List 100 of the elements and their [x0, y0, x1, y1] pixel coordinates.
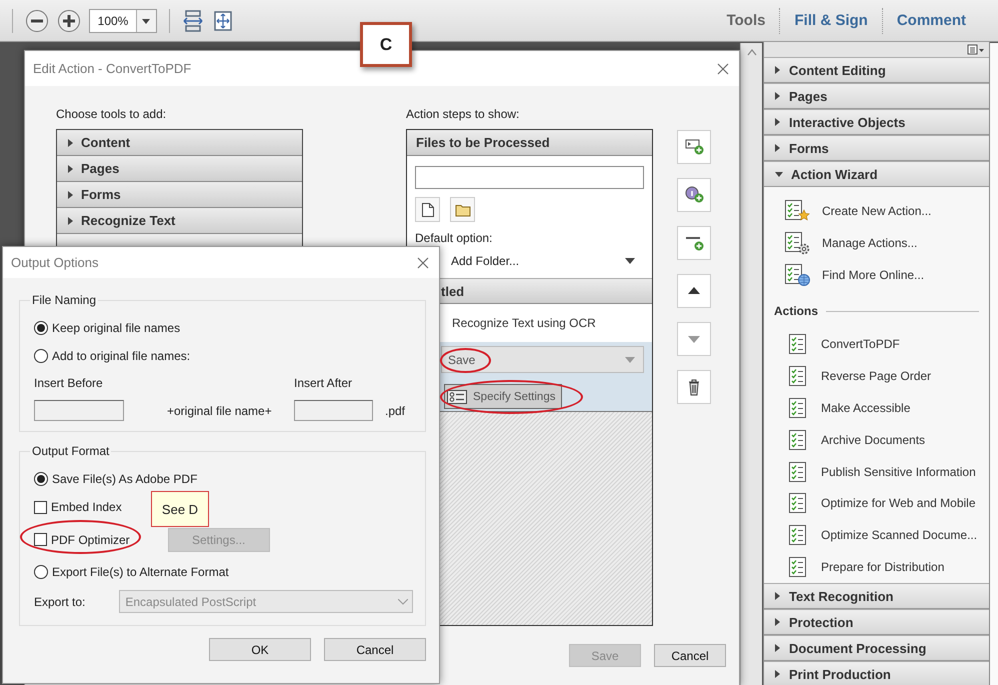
panel-section[interactable]: Forms [764, 135, 989, 161]
move-down-button[interactable] [677, 322, 711, 356]
checkbox[interactable] [34, 500, 47, 514]
panel-section[interactable]: Content Editing [764, 57, 989, 83]
highlight-ellipse [440, 348, 491, 373]
dialog-button[interactable]: OK [209, 638, 311, 661]
specify-settings-button[interactable]: Specify Settings [444, 384, 562, 409]
panel-section[interactable]: Text Recognition [764, 583, 989, 609]
radio-button[interactable] [34, 472, 48, 486]
close-icon[interactable] [717, 62, 729, 74]
panel-section[interactable]: Document Processing [764, 635, 989, 661]
radio-button[interactable] [34, 321, 48, 335]
checklist-icon [788, 333, 807, 356]
scrollbar[interactable] [740, 43, 762, 685]
field-text: .pdf [384, 404, 406, 418]
panel-tab[interactable]: Fill & Sign [780, 6, 882, 34]
action-item[interactable]: Optimize for Web and Mobile [774, 487, 979, 520]
checkbox-option[interactable]: Embed Index [34, 493, 122, 521]
radio-option[interactable]: Keep original file names [34, 314, 180, 342]
action-item[interactable]: Archive Documents [774, 424, 979, 456]
add-info-button[interactable] [677, 178, 711, 212]
panel-section[interactable]: Protection [764, 609, 989, 635]
expanded-triangle-icon [775, 170, 783, 178]
add-divider-button[interactable] [677, 226, 711, 260]
fit-width-icon[interactable] [182, 8, 204, 32]
section-heading: Actions [774, 304, 818, 318]
zoom-out-icon[interactable] [25, 8, 49, 32]
dialog-button[interactable]: Cancel [324, 638, 426, 661]
section-label: Choose tools to add: [56, 107, 168, 123]
add-folder-button[interactable] [450, 197, 475, 222]
checklist-gear-icon [784, 230, 810, 255]
action-item[interactable]: Optimize Scanned Docume... [774, 519, 979, 552]
zoom-field[interactable]: 100% [89, 8, 157, 32]
tool-group[interactable]: Content [57, 130, 302, 156]
panel-options-icon[interactable] [967, 44, 985, 56]
fit-page-icon[interactable] [212, 8, 234, 32]
trash-button[interactable] [677, 370, 711, 404]
collapsed-triangle-icon [773, 644, 781, 652]
action-item[interactable]: Reverse Page Order [774, 360, 979, 392]
panel-command[interactable]: Create New Action... [774, 195, 979, 227]
input-field[interactable] [294, 400, 373, 421]
dropdown-arrow-icon [625, 356, 635, 362]
panel-section[interactable]: Action Wizard [764, 161, 989, 187]
action-item[interactable]: ConvertToPDF [774, 328, 979, 360]
add-step-icon [684, 137, 704, 157]
radio-option[interactable]: Export File(s) to Alternate Format [34, 558, 229, 586]
add-info-icon [684, 185, 704, 205]
panel-section[interactable]: Interactive Objects [764, 109, 989, 135]
settings-list-icon [447, 390, 467, 404]
checklist-globe-icon [784, 262, 810, 287]
radio-option[interactable]: Save File(s) As Adobe PDF [34, 465, 198, 493]
tool-group[interactable]: Forms [57, 182, 302, 208]
panel-command[interactable]: Find More Online... [774, 258, 979, 290]
collapsed-triangle-icon [66, 216, 74, 224]
collapsed-triangle-icon [773, 118, 781, 126]
close-icon[interactable] [417, 256, 429, 268]
action-item[interactable]: Make Accessible [774, 392, 979, 424]
input-field[interactable] [34, 400, 124, 421]
callout-label: C [360, 22, 412, 67]
field-label: Insert Before [34, 376, 104, 390]
checklist-icon [788, 460, 807, 483]
checkbox[interactable] [34, 533, 47, 546]
panel-command[interactable]: Manage Actions... [774, 226, 979, 259]
checklist-icon [788, 365, 807, 388]
collapsed-triangle-icon [773, 92, 781, 100]
dialog-button[interactable]: Cancel [654, 644, 726, 667]
collapsed-triangle-icon [773, 144, 781, 152]
dropdown-arrow-icon [625, 258, 635, 264]
panel-tab[interactable]: Tools [712, 6, 780, 34]
field-label: Insert After [294, 376, 354, 390]
panel-tab[interactable]: Comment [882, 6, 980, 34]
collapsed-triangle-icon [773, 618, 781, 626]
window-title: Output Options [11, 255, 98, 270]
field-label: Export to: [34, 594, 86, 608]
checklist-icon [788, 524, 807, 546]
action-item[interactable]: Prepare for Distribution [774, 551, 979, 583]
move-up-button[interactable] [677, 274, 711, 308]
radio-button[interactable] [34, 565, 48, 579]
action-item[interactable]: Publish Sensitive Information [774, 456, 979, 488]
panel-section[interactable]: Print Production [764, 661, 989, 685]
radio-button[interactable] [34, 349, 48, 363]
add-step-button[interactable] [677, 130, 711, 164]
panel-section[interactable]: Pages [764, 83, 989, 109]
radio-option[interactable]: Add to original file names: [34, 342, 190, 370]
folder-icon [454, 202, 470, 216]
scroll-up-icon[interactable] [747, 48, 757, 56]
window-title: Edit Action - ConvertToPDF [33, 61, 192, 76]
dropdown[interactable]: Add Folder... [451, 252, 643, 270]
checklist-icon [788, 556, 807, 578]
checkbox-option[interactable]: PDF Optimizer [34, 526, 130, 554]
tool-group[interactable]: Recognize Text [57, 208, 302, 234]
tool-group[interactable]: Pages [57, 156, 302, 182]
note-label: See D [151, 491, 209, 527]
document-icon [420, 202, 434, 218]
section-label: Action steps to show: [406, 107, 520, 123]
collapsed-triangle-icon [66, 164, 74, 172]
step-dropdown[interactable]: Save [441, 346, 644, 373]
zoom-in-icon[interactable] [57, 8, 81, 32]
add-file-button[interactable] [415, 197, 440, 222]
input-field[interactable] [415, 166, 644, 189]
